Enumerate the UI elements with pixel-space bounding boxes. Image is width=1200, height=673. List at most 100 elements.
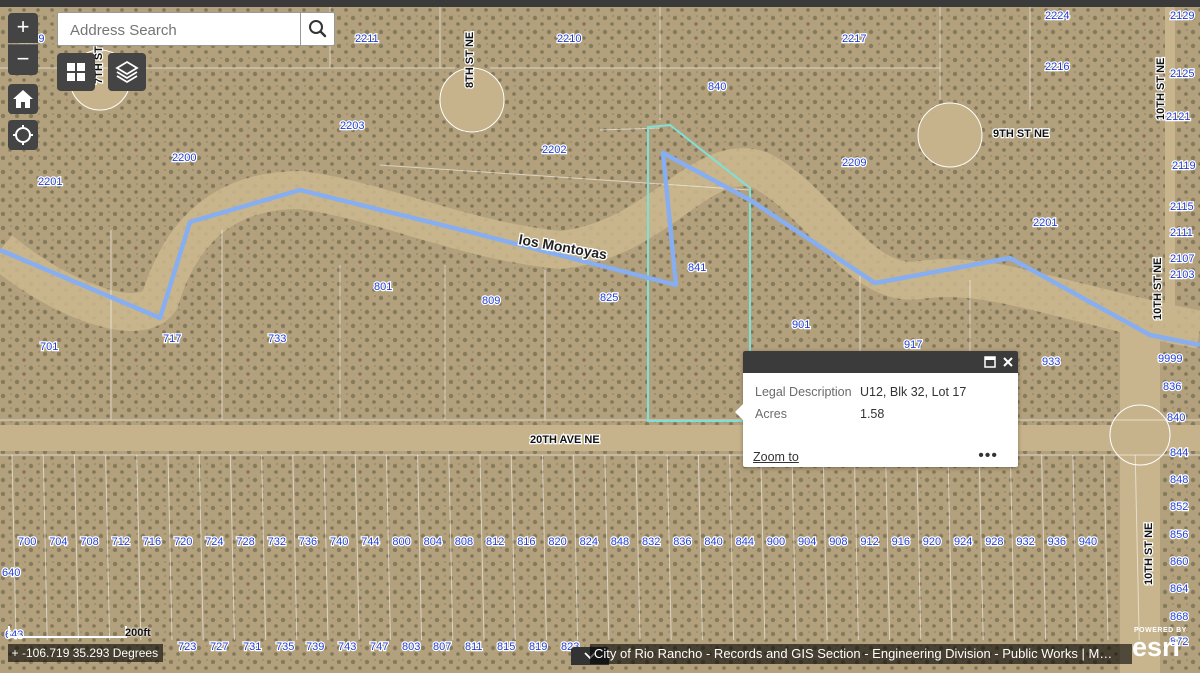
popup-pointer bbox=[735, 403, 744, 421]
locate-icon bbox=[13, 125, 33, 145]
parcel-row-label-18: 824 bbox=[580, 536, 598, 548]
parcel-label-1: 2211 bbox=[355, 33, 379, 45]
parcel-row-label-0: 700 bbox=[18, 536, 36, 548]
zoom-in-button[interactable]: + bbox=[8, 13, 38, 43]
parcel-row-label-10: 740 bbox=[330, 536, 348, 548]
parcel-bottom-label-7: 747 bbox=[370, 641, 388, 653]
parcel-row-label-13: 804 bbox=[424, 536, 442, 548]
top-bar bbox=[0, 0, 1200, 7]
street-label-20th: 20TH AVE NE bbox=[530, 434, 600, 446]
parcel-row-label-30: 924 bbox=[954, 536, 972, 548]
parcel-bottom-label-1: 723 bbox=[178, 641, 196, 653]
esri-logo[interactable]: esri bbox=[1132, 632, 1180, 663]
locate-button[interactable] bbox=[8, 120, 38, 150]
parcel-row-label-24: 900 bbox=[767, 536, 785, 548]
parcel-label-38: 860 bbox=[1170, 556, 1188, 568]
parcel-label-3: 2217 bbox=[842, 33, 866, 45]
parcel-row-label-33: 936 bbox=[1048, 536, 1066, 548]
parcel-label-12: 2200 bbox=[172, 152, 196, 164]
parcel-row-label-17: 820 bbox=[548, 536, 566, 548]
parcel-row-label-34: 940 bbox=[1079, 536, 1097, 548]
scale-bar bbox=[8, 626, 127, 638]
parcel-row-label-26: 908 bbox=[829, 536, 847, 548]
address-search bbox=[57, 12, 335, 46]
parcel-row-label-31: 928 bbox=[985, 536, 1003, 548]
coordinate-text: -106.719 35.293 Degrees bbox=[22, 646, 159, 660]
parcel-label-18: 2107 bbox=[1170, 253, 1194, 265]
parcel-label-11: 2202 bbox=[542, 144, 566, 156]
parcel-label-15: 2119 bbox=[1172, 160, 1196, 172]
parcel-bottom-label-9: 807 bbox=[433, 641, 451, 653]
parcel-row-label-5: 720 bbox=[174, 536, 192, 548]
search-input[interactable] bbox=[68, 19, 302, 41]
attribution-text[interactable]: City of Rio Rancho - Records and GIS Sec… bbox=[590, 644, 1132, 664]
parcel-row-label-12: 800 bbox=[392, 536, 410, 548]
popup-label-legal: Legal Description bbox=[755, 385, 852, 399]
parcel-label-23: 809 bbox=[482, 295, 500, 307]
parcel-row-label-6: 724 bbox=[205, 536, 223, 548]
search-button[interactable] bbox=[300, 13, 334, 45]
parcel-row-label-16: 816 bbox=[517, 536, 535, 548]
parcel-label-8: 2216 bbox=[1045, 61, 1069, 73]
zoom-to-link[interactable]: Zoom to bbox=[753, 450, 799, 464]
parcel-label-9: 840 bbox=[708, 81, 726, 93]
parcel-label-7: 2121 bbox=[1166, 111, 1190, 123]
parcel-left-edge-label: 640 bbox=[2, 567, 20, 579]
parcel-row-label-32: 932 bbox=[1016, 536, 1034, 548]
parcel-row-label-4: 716 bbox=[143, 536, 161, 548]
parcel-bottom-label-11: 815 bbox=[497, 641, 515, 653]
more-actions-button[interactable]: ••• bbox=[978, 447, 998, 465]
parcel-label-30: 701 bbox=[40, 341, 58, 353]
parcel-row-label-3: 712 bbox=[112, 536, 130, 548]
parcel-row-label-25: 904 bbox=[798, 536, 816, 548]
parcel-label-28: 717 bbox=[163, 333, 181, 345]
parcel-bottom-label-8: 803 bbox=[402, 641, 420, 653]
street-label-10th-b: 10TH ST NE bbox=[1152, 258, 1164, 320]
parcel-bottom-label-4: 735 bbox=[276, 641, 294, 653]
parcel-label-5: 2129 bbox=[1170, 10, 1194, 22]
parcel-label-40: 868 bbox=[1170, 611, 1188, 623]
street-label-8th: 8TH ST NE bbox=[464, 32, 476, 88]
parcel-row-label-27: 912 bbox=[860, 536, 878, 548]
parcel-bottom-label-3: 731 bbox=[243, 641, 261, 653]
parcel-row-label-21: 836 bbox=[673, 536, 691, 548]
parcel-label-10: 2203 bbox=[340, 120, 364, 132]
basemap-gallery-button[interactable] bbox=[57, 53, 95, 91]
parcel-row-label-29: 920 bbox=[923, 536, 941, 548]
zoom-out-button[interactable]: − bbox=[8, 44, 38, 75]
search-icon bbox=[309, 20, 327, 38]
parcel-label-34: 844 bbox=[1170, 447, 1188, 459]
dock-icon[interactable] bbox=[984, 356, 996, 368]
parcel-row-label-1: 704 bbox=[49, 536, 67, 548]
parcel-row-label-2: 708 bbox=[80, 536, 98, 548]
parcel-label-29: 733 bbox=[268, 333, 286, 345]
coordinate-readout: + -106.719 35.293 Degrees bbox=[8, 644, 163, 662]
parcel-label-33: 840 bbox=[1167, 412, 1185, 424]
parcel-label-35: 848 bbox=[1170, 474, 1188, 486]
map-canvas[interactable]: 8TH ST NE 9TH ST NE 10TH ST NE 10TH ST N… bbox=[0, 0, 1200, 673]
home-icon bbox=[13, 90, 33, 108]
parcel-label-32: 836 bbox=[1163, 381, 1181, 393]
parcel-label-27: 933 bbox=[1042, 356, 1060, 368]
parcel-label-24: 825 bbox=[600, 292, 618, 304]
feature-popup: Legal Description U12, Blk 32, Lot 17 Ac… bbox=[735, 351, 1018, 467]
parcel-bottom-label-6: 743 bbox=[338, 641, 356, 653]
layers-icon bbox=[115, 60, 139, 84]
parcel-row-label-20: 832 bbox=[642, 536, 660, 548]
layers-button[interactable] bbox=[108, 53, 146, 91]
parcel-label-4: 2224 bbox=[1045, 10, 1069, 22]
parcel-label-17: 2111 bbox=[1170, 227, 1193, 239]
parcel-label-14: 2209 bbox=[842, 157, 866, 169]
parcel-bottom-label-10: 811 bbox=[465, 641, 483, 653]
home-button[interactable] bbox=[8, 84, 38, 114]
parcel-label-37: 856 bbox=[1170, 529, 1188, 541]
parcel-label-39: 864 bbox=[1170, 583, 1188, 595]
popup-value-acres: 1.58 bbox=[860, 407, 885, 421]
parcel-label-16: 2115 bbox=[1170, 201, 1194, 213]
parcel-bottom-label-12: 819 bbox=[529, 641, 547, 653]
close-icon[interactable] bbox=[1002, 356, 1014, 368]
parcel-row-label-9: 736 bbox=[299, 536, 317, 548]
parcel-bottom-label-5: 739 bbox=[306, 641, 324, 653]
parcel-row-label-8: 732 bbox=[268, 536, 286, 548]
parcel-row-label-11: 744 bbox=[361, 536, 379, 548]
